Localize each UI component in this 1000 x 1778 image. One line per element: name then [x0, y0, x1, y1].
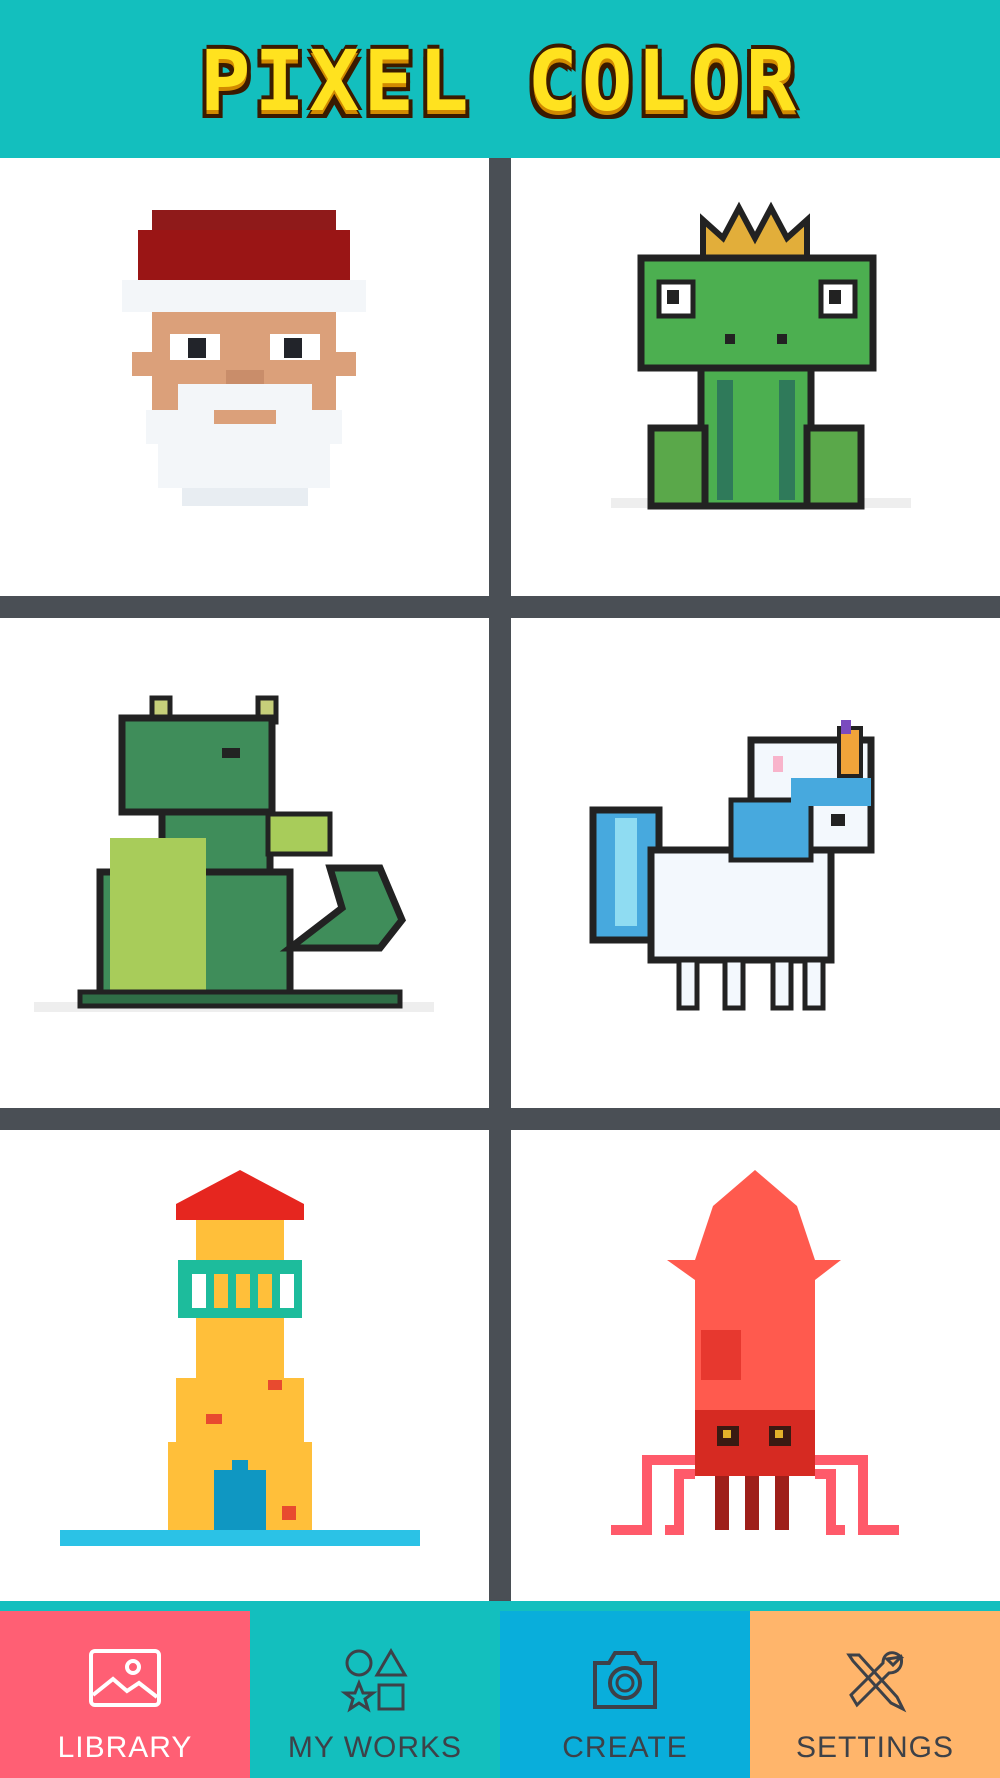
artwork-lighthouse[interactable]	[0, 1130, 489, 1601]
santa-image	[122, 210, 366, 506]
tab-my-works[interactable]: MY WORKS	[250, 1611, 500, 1778]
tab-create[interactable]: CREATE	[500, 1611, 750, 1778]
dragon-image	[34, 695, 434, 1012]
artwork-dragon[interactable]	[0, 618, 489, 1108]
app-title: PIXEL COLOR	[199, 32, 801, 130]
tools-icon	[846, 1651, 907, 1713]
artwork-grid	[0, 158, 1000, 1601]
frog-image	[611, 201, 911, 510]
tab-bar-top-strip	[0, 1601, 1000, 1611]
tab-create-label: CREATE	[562, 1731, 688, 1764]
image-icon	[89, 1649, 161, 1707]
camera-icon	[593, 1651, 657, 1709]
artwork-squid[interactable]	[511, 1130, 1000, 1601]
artwork-unicorn[interactable]	[511, 618, 1000, 1108]
artwork-santa[interactable]	[0, 158, 489, 596]
tab-settings-label: SETTINGS	[795, 1731, 954, 1764]
unicorn-image	[589, 720, 875, 1011]
tab-library-label: LIBRARY	[57, 1731, 193, 1764]
tab-my-works-label: MY WORKS	[287, 1731, 463, 1764]
shapes-icon	[340, 1648, 408, 1713]
bottom-tab-bar: LIBRARY MY WORKS CREATE SETTINGS	[0, 1611, 1000, 1778]
tab-settings[interactable]: SETTINGS	[750, 1611, 1000, 1778]
app-header: PIXEL COLOR	[0, 0, 1000, 158]
squid-image	[611, 1170, 899, 1535]
tab-library[interactable]: LIBRARY	[0, 1611, 250, 1778]
lighthouse-image	[60, 1170, 420, 1546]
artwork-frog[interactable]	[511, 158, 1000, 596]
